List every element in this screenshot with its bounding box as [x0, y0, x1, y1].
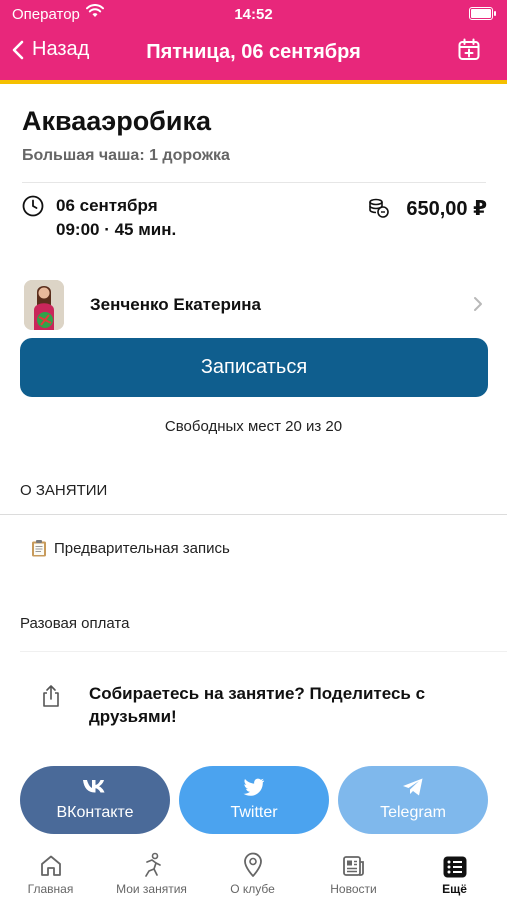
- header-bar: Оператор 14:52 Назад Пятница, 06 сентябр…: [0, 0, 507, 80]
- tab-more[interactable]: Ещё: [404, 838, 505, 896]
- divider: [0, 514, 507, 515]
- telegram-icon: [338, 778, 488, 801]
- share-prompt: Собираетесь на занятие? Поделитесь с дру…: [89, 684, 426, 726]
- chevron-right-icon: [473, 296, 483, 317]
- payment-type: Разовая оплата: [20, 615, 130, 632]
- tab-home[interactable]: Главная: [0, 838, 101, 896]
- tab-my-classes[interactable]: Мои занятия: [101, 838, 202, 896]
- prebooking-item: Предварительная запись: [30, 539, 230, 557]
- status-time: 14:52: [234, 6, 273, 23]
- add-to-calendar-icon[interactable]: [457, 38, 481, 67]
- event-title: Аквааэробика: [22, 106, 211, 136]
- page-title: Пятница, 06 сентября: [146, 41, 361, 63]
- tab-my-classes-label: Мои занятия: [116, 882, 187, 896]
- home-icon: [0, 848, 101, 878]
- header-accent-stripe: [0, 80, 507, 84]
- event-time-duration: 09:00 · 45 мин.: [56, 220, 177, 239]
- event-location: Большая чаша: 1 дорожка: [22, 147, 230, 164]
- clock-icon: [22, 195, 44, 222]
- location-pin-icon: [202, 848, 303, 878]
- vk-share-button[interactable]: ВКонтакте: [20, 766, 170, 834]
- share-icon: [40, 684, 62, 713]
- navigation-bar: Назад Пятница, 06 сентября: [0, 34, 507, 72]
- clipboard-icon: [30, 539, 48, 557]
- free-places-text: Свободных мест 20 из 20: [164, 418, 343, 435]
- telegram-share-button[interactable]: Telegram: [338, 766, 488, 834]
- status-bar: Оператор 14:52: [0, 0, 507, 28]
- activity-icon: [101, 848, 202, 878]
- about-section-heading: О ЗАНЯТИИ: [20, 482, 108, 499]
- divider: [22, 182, 486, 183]
- prebooking-label: Предварительная запись: [54, 539, 230, 557]
- tab-home-label: Главная: [27, 882, 74, 896]
- list-icon: [404, 848, 505, 878]
- event-price: 650,00 ₽: [406, 198, 487, 220]
- vk-icon: [20, 778, 170, 799]
- newspaper-icon: [303, 848, 404, 878]
- tab-bar: Главная Мои занятия О клубе Новости Ещё: [0, 838, 507, 900]
- twitter-share-button[interactable]: Twitter: [179, 766, 329, 834]
- battery-icon: [469, 7, 496, 20]
- tab-about-club[interactable]: О клубе: [202, 838, 303, 896]
- signup-button[interactable]: Записаться: [20, 338, 488, 397]
- coins-icon: [368, 197, 390, 224]
- trainer-avatar: [24, 280, 64, 330]
- divider: [20, 651, 507, 652]
- trainer-name: Зенченко Екатерина: [90, 295, 261, 314]
- telegram-label: Telegram: [380, 804, 446, 821]
- twitter-icon: [179, 778, 329, 801]
- tab-more-label: Ещё: [442, 882, 467, 896]
- vk-label: ВКонтакте: [56, 804, 134, 821]
- tab-news-label: Новости: [330, 882, 377, 896]
- tab-news[interactable]: Новости: [303, 838, 404, 896]
- trainer-row[interactable]: Зенченко Екатерина: [0, 278, 507, 332]
- tab-about-club-label: О клубе: [230, 882, 275, 896]
- twitter-label: Twitter: [230, 804, 278, 821]
- event-date: 06 сентября: [56, 196, 158, 215]
